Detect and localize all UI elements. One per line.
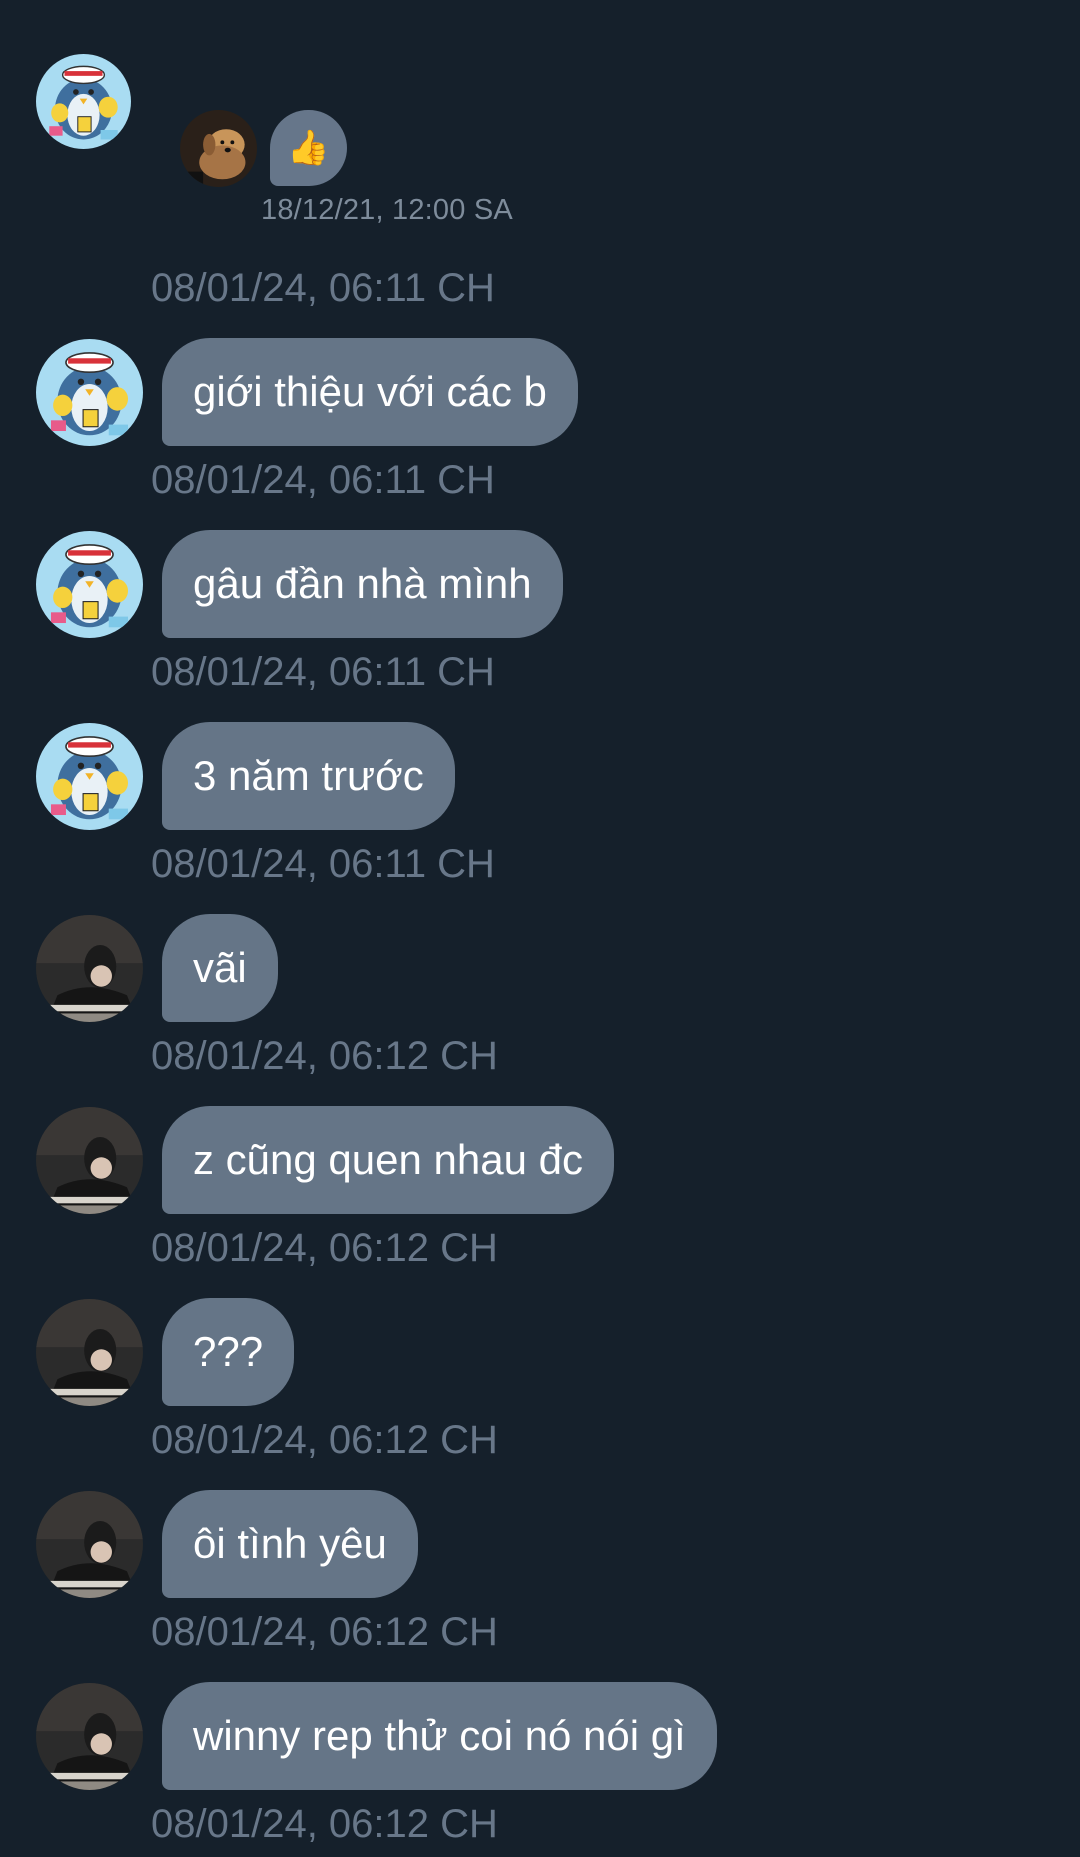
message-timestamp: 08/01/24, 06:12 CH (151, 1610, 498, 1654)
message-bubble[interactable]: ??? (162, 1298, 295, 1406)
message-text: 3 năm trước (193, 752, 424, 799)
reaction-bubble[interactable]: 👍 (270, 110, 347, 186)
person-avatar-image (36, 1683, 143, 1790)
message-bubble[interactable]: 3 năm trước (162, 722, 455, 830)
message-bubble[interactable]: gâu đần nhà mình (162, 530, 563, 638)
chat-screen: 👍 18/12/21, 12:00 SA 08/01/24, 06:11 CH … (0, 0, 1080, 1857)
person-avatar-image (36, 1107, 143, 1214)
penguin-avatar-image (36, 531, 143, 638)
penguin-avatar-image (36, 723, 143, 830)
person-avatar[interactable] (36, 915, 143, 1022)
message-text: vãi (193, 944, 247, 991)
penguin-avatar[interactable] (36, 339, 143, 446)
message-timestamp: 08/01/24, 06:12 CH (151, 1418, 498, 1462)
penguin-avatar[interactable] (36, 531, 143, 638)
message-bubble[interactable]: z cũng quen nhau đc (162, 1106, 614, 1214)
message-timestamp: 08/01/24, 06:12 CH (151, 1226, 498, 1270)
penguin-avatar[interactable] (36, 54, 131, 149)
message-timestamp: 08/01/24, 06:11 CH (151, 458, 495, 502)
penguin-avatar[interactable] (36, 723, 143, 830)
message-timestamp: 08/01/24, 06:11 CH (151, 266, 495, 310)
message-text: z cũng quen nhau đc (193, 1136, 583, 1183)
person-avatar[interactable] (36, 1107, 143, 1214)
message-text: ôi tình yêu (193, 1520, 387, 1567)
message-bubble[interactable]: winny rep thử coi nó nói gì (162, 1682, 717, 1790)
message-text: winny rep thử coi nó nói gì (193, 1712, 686, 1759)
person-avatar[interactable] (36, 1683, 143, 1790)
person-avatar-image (36, 1299, 143, 1406)
message-bubble[interactable]: giới thiệu với các b (162, 338, 578, 446)
message-timestamp: 08/01/24, 06:11 CH (151, 650, 495, 694)
reply-timestamp: 18/12/21, 12:00 SA (261, 194, 513, 226)
message-text: giới thiệu với các b (193, 368, 547, 415)
message-text: ??? (193, 1328, 264, 1375)
person-avatar[interactable] (36, 1299, 143, 1406)
dog-avatar[interactable] (180, 110, 257, 187)
thumbs-up-icon: 👍 (287, 129, 330, 167)
message-bubble[interactable]: ôi tình yêu (162, 1490, 418, 1598)
message-timestamp: 08/01/24, 06:11 CH (151, 842, 495, 886)
dog-avatar-image (180, 110, 257, 187)
person-avatar[interactable] (36, 1491, 143, 1598)
message-text: gâu đần nhà mình (193, 560, 532, 607)
message-bubble[interactable]: vãi (162, 914, 278, 1022)
message-timestamp: 08/01/24, 06:12 CH (151, 1802, 498, 1846)
message-timestamp: 08/01/24, 06:12 CH (151, 1034, 498, 1078)
penguin-avatar-image (36, 54, 131, 149)
person-avatar-image (36, 915, 143, 1022)
penguin-avatar-image (36, 339, 143, 446)
person-avatar-image (36, 1491, 143, 1598)
